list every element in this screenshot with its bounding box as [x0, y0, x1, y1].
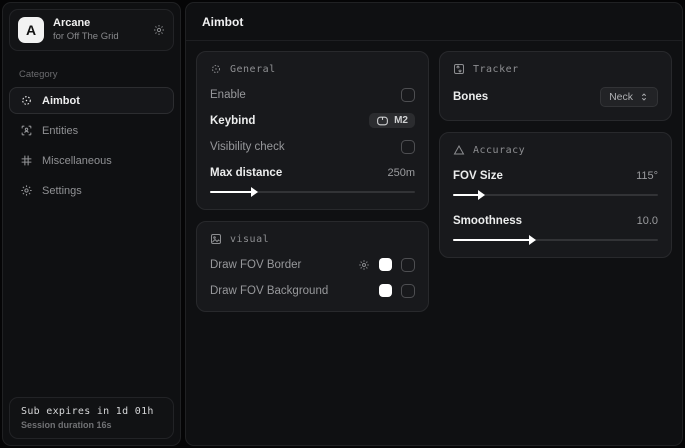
- fov-background-color-swatch[interactable]: [379, 284, 392, 297]
- draw-fov-background-checkbox[interactable]: [401, 284, 415, 298]
- main-header: Aimbot: [186, 3, 682, 41]
- max-distance-slider[interactable]: [210, 188, 415, 196]
- sidebar-item-settings[interactable]: Settings: [9, 177, 174, 204]
- sidebar-item-label: Settings: [42, 185, 82, 197]
- tracker-card: Tracker Bones Neck: [439, 51, 672, 121]
- draw-fov-border-label: Draw FOV Border: [210, 259, 301, 271]
- fov-size-slider[interactable]: [453, 191, 658, 199]
- draw-fov-border-row: Draw FOV Border: [210, 257, 415, 272]
- gear-icon: [20, 184, 33, 197]
- app-window: A Arcane for Off The Grid Category Aimbo…: [0, 0, 685, 448]
- draw-fov-background-row: Draw FOV Background: [210, 283, 415, 298]
- visibility-check-row: Visibility check: [210, 139, 415, 154]
- gear-icon[interactable]: [153, 24, 165, 36]
- sidebar-item-entities[interactable]: Entities: [9, 117, 174, 144]
- triangle-icon: [453, 144, 465, 156]
- enable-checkbox[interactable]: [401, 88, 415, 102]
- page-title: Aimbot: [202, 15, 666, 29]
- subscription-card: Sub expires in 1d 01h Session duration 1…: [9, 397, 174, 439]
- draw-fov-border-checkbox[interactable]: [401, 258, 415, 272]
- accuracy-card: Accuracy FOV Size 115° Smoothness 10.0: [439, 132, 672, 258]
- visual-card-title: visual: [230, 234, 269, 245]
- visibility-check-checkbox[interactable]: [401, 140, 415, 154]
- crosshair-icon: [210, 63, 222, 75]
- bones-row: Bones Neck: [453, 87, 658, 107]
- max-distance-row: Max distance 250m: [210, 165, 415, 180]
- sidebar-item-label: Miscellaneous: [42, 155, 112, 167]
- visual-card: visual Draw FOV Border Draw: [196, 221, 429, 312]
- bones-label: Bones: [453, 91, 488, 103]
- sidebar-item-label: Aimbot: [42, 95, 80, 107]
- smoothness-value: 10.0: [637, 215, 658, 227]
- tracker-card-title: Tracker: [473, 64, 519, 75]
- smoothness-slider[interactable]: [453, 236, 658, 244]
- general-card: General Enable Keybind M2: [196, 51, 429, 210]
- mouse-icon: [376, 116, 389, 126]
- fov-size-value: 115°: [636, 170, 658, 182]
- enable-row: Enable: [210, 87, 415, 102]
- accuracy-card-title: Accuracy: [473, 145, 525, 156]
- fov-size-label: FOV Size: [453, 170, 503, 182]
- slider-thumb[interactable]: [529, 235, 536, 245]
- sidebar: A Arcane for Off The Grid Category Aimbo…: [2, 2, 181, 446]
- smoothness-label: Smoothness: [453, 215, 522, 227]
- keybind-value: M2: [394, 115, 408, 126]
- gear-icon[interactable]: [358, 259, 370, 271]
- fov-size-row: FOV Size 115°: [453, 168, 658, 183]
- fov-border-color-swatch[interactable]: [379, 258, 392, 271]
- sidebar-nav: Aimbot Entities Miscellaneous Settings: [3, 87, 180, 204]
- enable-label: Enable: [210, 89, 246, 101]
- main-panel: Aimbot General Enable: [185, 2, 683, 446]
- app-tagline: for Off The Grid: [53, 31, 144, 43]
- app-logo-card: A Arcane for Off The Grid: [9, 9, 174, 51]
- bones-value: Neck: [609, 91, 633, 103]
- content: General Enable Keybind M2: [186, 41, 682, 322]
- slider-thumb[interactable]: [478, 190, 485, 200]
- sidebar-item-label: Entities: [42, 125, 78, 137]
- session-duration: Session duration 16s: [21, 420, 162, 430]
- keybind-label: Keybind: [210, 115, 255, 127]
- category-label: Category: [19, 69, 164, 80]
- visibility-check-label: Visibility check: [210, 141, 285, 153]
- crosshair-icon: [20, 94, 33, 107]
- subscription-expires: Sub expires in 1d 01h: [21, 406, 162, 417]
- tracker-icon: [453, 63, 465, 75]
- unfold-icon: [639, 92, 649, 102]
- keybind-row: Keybind M2: [210, 113, 415, 128]
- image-icon: [210, 233, 222, 245]
- max-distance-label: Max distance: [210, 167, 282, 179]
- grid-icon: [20, 154, 33, 167]
- bones-select[interactable]: Neck: [600, 87, 658, 107]
- entities-icon: [20, 124, 33, 137]
- general-card-title: General: [230, 64, 276, 75]
- draw-fov-background-label: Draw FOV Background: [210, 285, 328, 297]
- app-logo: A: [18, 17, 44, 43]
- smoothness-row: Smoothness 10.0: [453, 213, 658, 228]
- sidebar-item-aimbot[interactable]: Aimbot: [9, 87, 174, 114]
- app-name: Arcane: [53, 17, 144, 31]
- max-distance-value: 250m: [387, 167, 415, 179]
- keybind-button[interactable]: M2: [369, 113, 415, 128]
- sidebar-item-miscellaneous[interactable]: Miscellaneous: [9, 147, 174, 174]
- slider-thumb[interactable]: [251, 187, 258, 197]
